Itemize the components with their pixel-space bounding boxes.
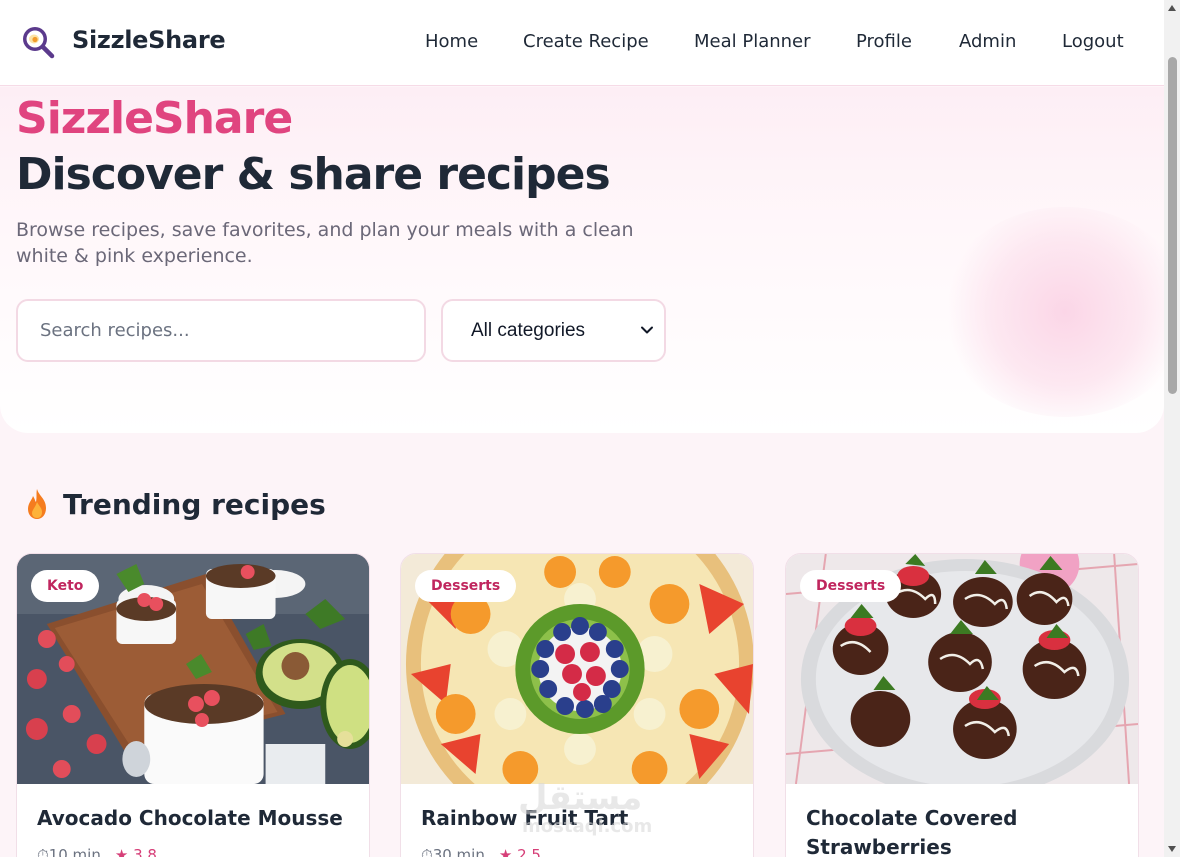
nav-link-create-recipe[interactable]: Create Recipe — [523, 31, 649, 52]
page-title: Discover & share recipes — [16, 149, 611, 200]
chevron-down-icon — [641, 326, 653, 334]
nav-link-profile[interactable]: Profile — [856, 31, 912, 52]
rating: ★ 3.8 — [115, 846, 157, 857]
cook-time: ⏱30 min — [421, 846, 485, 857]
clock-icon: ⏱ — [421, 846, 433, 857]
decorative-glow — [940, 207, 1164, 417]
recipe-title[interactable]: Avocado Chocolate Mousse — [37, 804, 347, 833]
hero-brand: SizzleShare — [16, 93, 293, 144]
recipe-card[interactable]: Desserts Chocolate Covered Strawberries — [785, 553, 1139, 857]
top-navbar: SizzleShare Home Create Recipe Meal Plan… — [0, 0, 1164, 86]
star-icon: ★ — [114, 846, 134, 857]
search-input[interactable] — [16, 299, 426, 362]
nav-link-meal-planner[interactable]: Meal Planner — [694, 31, 811, 52]
category-select-value: All categories — [471, 319, 586, 341]
section-title-trending: Trending recipes — [63, 488, 326, 521]
pan-search-icon — [23, 27, 55, 59]
page-scrollbar[interactable] — [1164, 0, 1180, 857]
hero-section: SizzleShare Discover & share recipes Bro… — [0, 87, 1164, 433]
nav-link-home[interactable]: Home — [425, 31, 478, 52]
logo[interactable] — [20, 24, 56, 60]
category-badge: Desserts — [415, 570, 517, 602]
brand-name[interactable]: SizzleShare — [72, 26, 226, 54]
category-badge: Desserts — [800, 570, 902, 602]
hero-subtitle: Browse recipes, save favorites, and plan… — [16, 219, 634, 267]
category-badge: Keto — [31, 570, 100, 602]
rating: ★ 2.5 — [499, 846, 541, 857]
star-icon: ★ — [498, 846, 518, 857]
recipe-title[interactable]: Chocolate Covered Strawberries — [806, 804, 1116, 857]
recipe-card[interactable]: Keto Avocado Chocolate Mousse ⏱10 min ★ … — [16, 553, 370, 857]
scroll-up-arrow-icon[interactable] — [1167, 3, 1177, 13]
scrollbar-thumb[interactable] — [1168, 57, 1177, 394]
nav-link-logout[interactable]: Logout — [1062, 31, 1124, 52]
scroll-down-arrow-icon[interactable] — [1167, 844, 1177, 854]
recipe-meta: ⏱30 min ★ 2.5 — [421, 846, 541, 857]
recipe-meta: ⏱10 min ★ 3.8 — [37, 846, 157, 857]
nav-link-admin[interactable]: Admin — [959, 31, 1016, 52]
cook-time: ⏱10 min — [37, 846, 101, 857]
clock-icon: ⏱ — [37, 846, 49, 857]
fire-icon — [28, 489, 46, 519]
category-select[interactable]: All categories — [441, 299, 666, 362]
watermark-logo: مستقل mostaql.com — [518, 778, 653, 837]
